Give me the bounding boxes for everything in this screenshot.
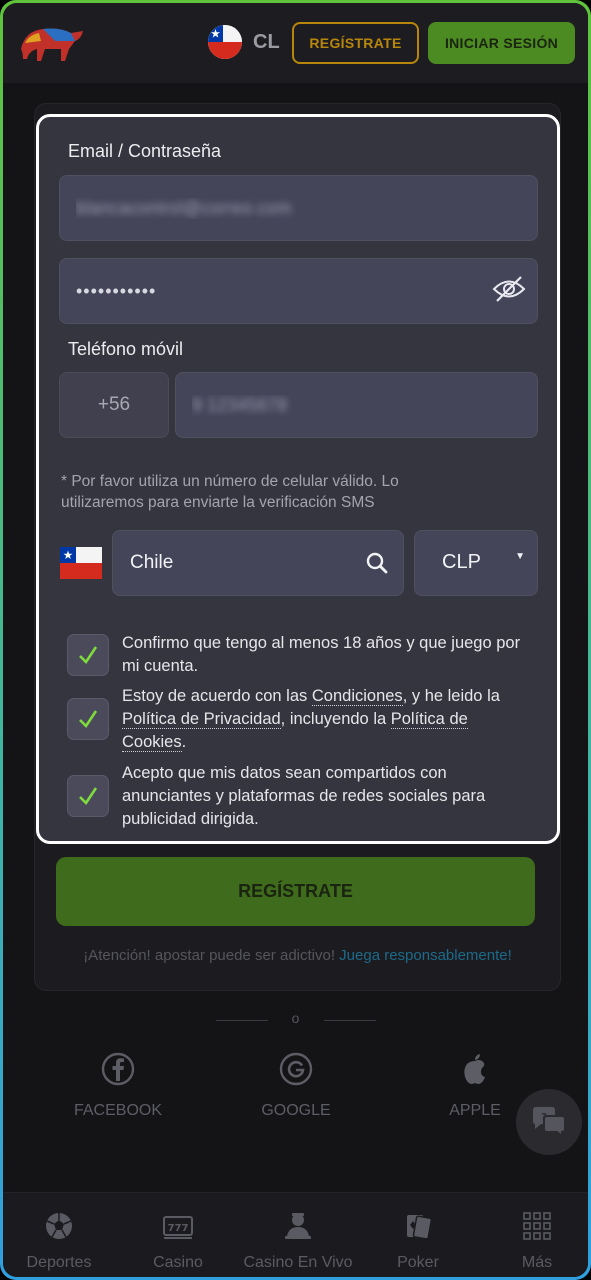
google-login[interactable]: GOOGLE (216, 1051, 376, 1120)
svg-text:777: 777 (168, 1223, 189, 1234)
chile-flag-icon[interactable] (208, 25, 242, 59)
email-password-label: Email / Contraseña (68, 141, 222, 161)
facebook-icon (101, 1052, 135, 1086)
nav-poker[interactable]: Poker (359, 1209, 477, 1272)
phone-country-code[interactable]: +56 (59, 372, 169, 438)
facebook-label: FACEBOOK (73, 1102, 163, 1119)
terms-checkbox[interactable] (67, 698, 109, 740)
nav-casino-en-vivo[interactable]: Casino En Vivo (239, 1209, 357, 1272)
nav-label: Deportes (26, 1254, 92, 1271)
nav-label: Más (521, 1254, 553, 1271)
data-sharing-text: Acepto que mis datos sean compartidos co… (122, 764, 486, 828)
data-sharing-checkbox[interactable] (67, 775, 109, 817)
svg-text:?: ? (541, 1112, 547, 1123)
register-button-top[interactable]: REGÍSTRATE (292, 22, 419, 64)
checkmark-icon (79, 710, 98, 729)
country-value: Chile (130, 552, 174, 573)
soccer-ball-icon (46, 1213, 72, 1239)
currency-value: CLP (442, 551, 481, 573)
bottom-navigation: Deportes 777 Casino Casino En Vivo Poker… (3, 1192, 588, 1277)
brand-logo[interactable] (15, 19, 87, 63)
country-selector[interactable]: Chile (112, 530, 404, 596)
chile-flag-icon (60, 547, 102, 579)
nav-label: Casino En Vivo (243, 1254, 353, 1271)
terms-text: Estoy de acuerdo con las Condiciones, y … (122, 687, 500, 752)
registration-form-panel: Email / Contraseña Teléfono móvil +56 * … (36, 114, 560, 844)
phone-note: * Por favor utiliza un número de celular… (61, 473, 399, 511)
register-submit-button[interactable]: REGÍSTRATE (56, 857, 535, 926)
google-label: GOOGLE (261, 1102, 331, 1119)
slot-machine-icon: 777 (163, 1216, 193, 1239)
checkmark-icon (79, 646, 98, 665)
currency-dropdown[interactable]: CLP ▼ (414, 530, 538, 596)
login-button[interactable]: INICIAR SESIÓN (428, 22, 575, 64)
support-chat-button[interactable]: ? (516, 1089, 582, 1155)
country-code[interactable]: CL (253, 31, 280, 54)
phone-field[interactable] (175, 372, 538, 438)
password-field[interactable] (59, 258, 538, 324)
age-checkbox[interactable] (67, 634, 109, 676)
nav-label: Poker (397, 1254, 439, 1271)
privacy-policy-link[interactable]: Política de Privacidad (122, 710, 281, 729)
hide-password-icon[interactable] (492, 274, 526, 304)
age-confirmation-text: Confirmo que tengo al menos 18 años y qu… (122, 634, 521, 675)
facebook-login[interactable]: FACEBOOK (38, 1051, 198, 1120)
or-text: o (291, 1010, 300, 1026)
email-field[interactable] (59, 175, 538, 241)
phone-label: Teléfono móvil (68, 339, 184, 359)
conditions-link[interactable]: Condiciones (311, 687, 403, 706)
top-header: CL REGÍSTRATE INICIAR SESIÓN (3, 3, 588, 83)
nav-deportes[interactable]: Deportes (3, 1209, 118, 1272)
chevron-down-icon: ▼ (515, 551, 525, 562)
responsible-gaming-link[interactable]: Juega responsablemente! (339, 947, 512, 964)
search-icon[interactable] (365, 551, 389, 575)
nav-mas[interactable]: Más (478, 1209, 588, 1272)
warning-text: ¡Atención! apostar puede ser adictivo! (83, 947, 340, 964)
chat-icon: ? (533, 1107, 566, 1138)
google-icon (279, 1052, 313, 1086)
live-dealer-icon (285, 1213, 311, 1239)
nav-label: Casino (153, 1254, 203, 1271)
nav-casino[interactable]: 777 Casino (119, 1209, 237, 1272)
checkmark-icon (79, 787, 98, 806)
or-divider: o (3, 1010, 588, 1030)
cards-icon (407, 1215, 433, 1240)
apple-icon (464, 1054, 485, 1084)
gambling-warning: ¡Atención! apostar puede ser adictivo! J… (34, 947, 561, 964)
grid-icon (523, 1212, 551, 1240)
